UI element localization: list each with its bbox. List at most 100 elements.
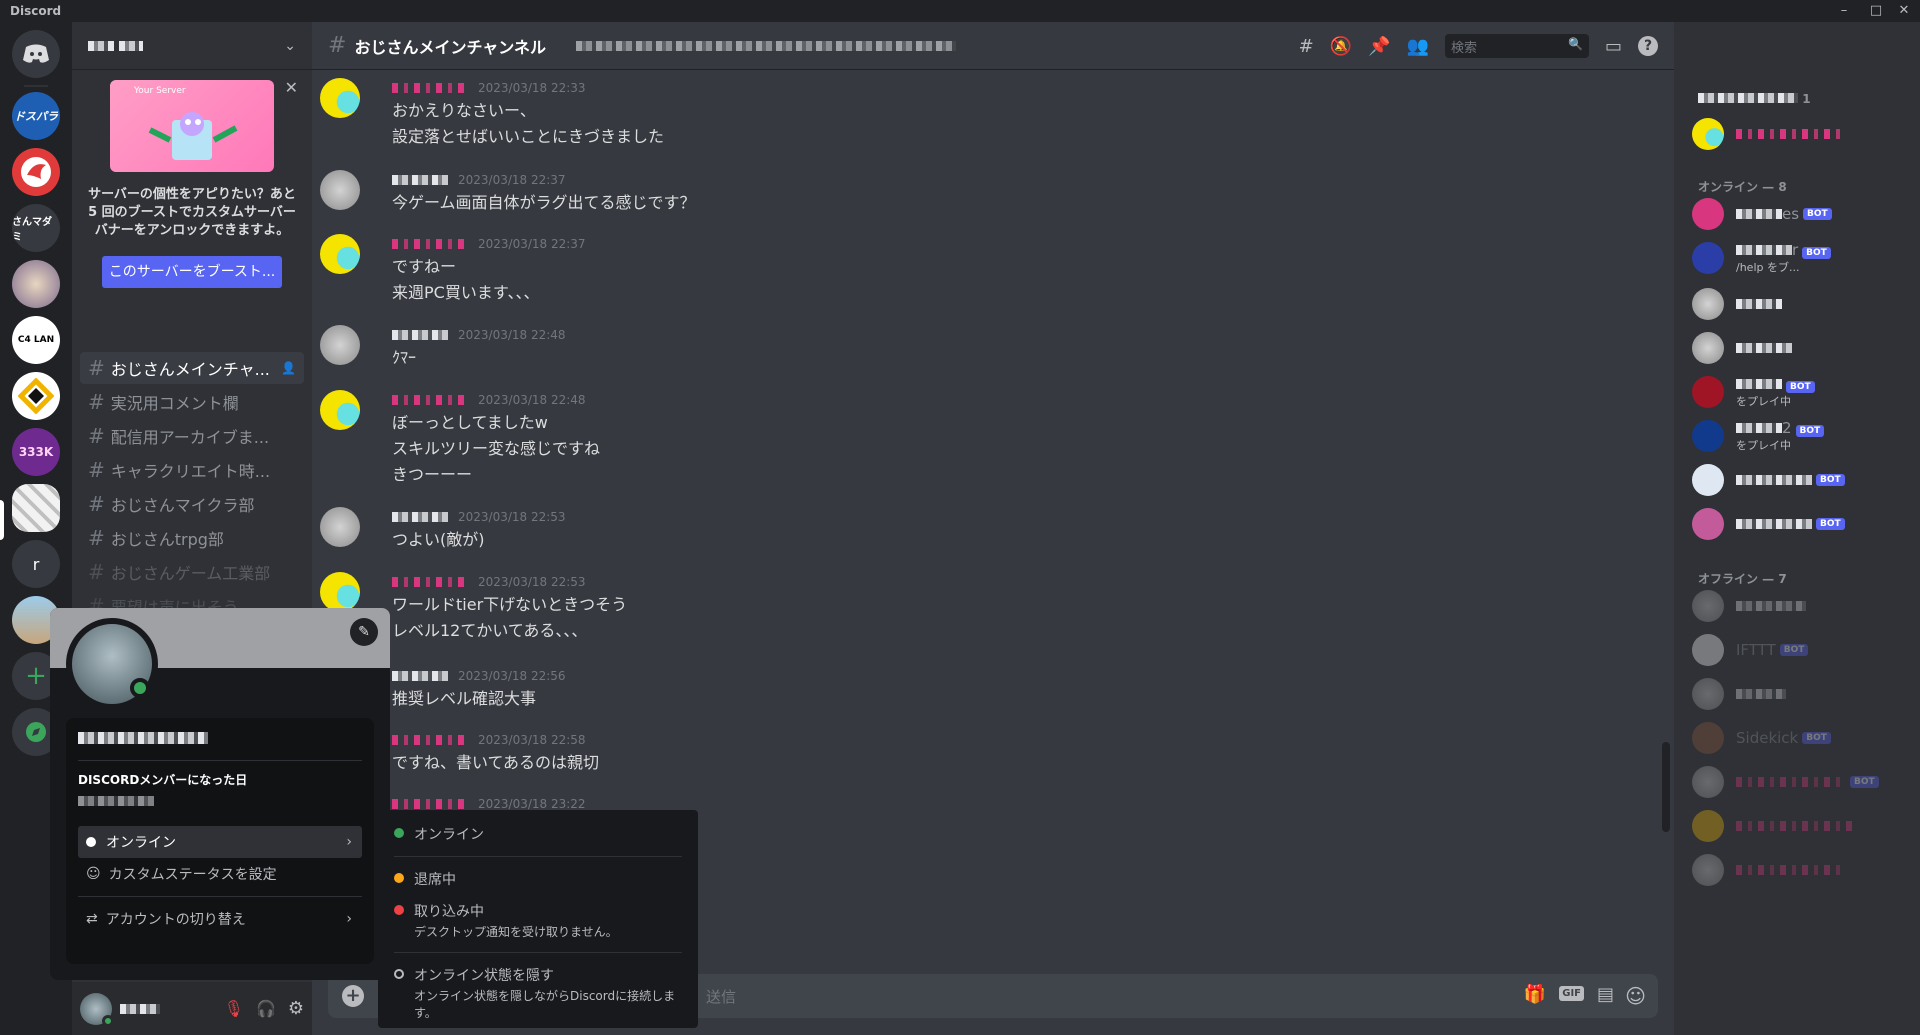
- member-item[interactable]: BOT: [1692, 504, 1912, 544]
- server-333k[interactable]: 333K: [12, 428, 60, 476]
- user-profile-popout: ✎ DISCORDメンバーになった日 オンライン › ☺ カスタムステータスを設…: [50, 608, 390, 980]
- message-line: おかえりなさいー、: [392, 101, 536, 120]
- add-member-icon[interactable]: 👤: [281, 361, 296, 375]
- search-input[interactable]: 検索 🔍: [1444, 34, 1589, 58]
- member-item[interactable]: BOT: [1692, 762, 1912, 802]
- channel-trpg[interactable]: # おじさんtrpg部: [80, 522, 304, 554]
- boost-illustration: Your Server: [110, 80, 274, 172]
- server-anime[interactable]: [12, 260, 60, 308]
- channel-label: おじさんtrpg部: [110, 530, 224, 549]
- status-selector[interactable]: オンライン ›: [78, 826, 362, 858]
- pin-icon[interactable]: 📌: [1368, 36, 1390, 57]
- gif-button[interactable]: GIF: [1559, 986, 1584, 1001]
- channel-label: 配信用アーカイブま...: [110, 428, 270, 447]
- author-name[interactable]: [392, 512, 448, 522]
- switch-account-button[interactable]: ⇄ アカウントの切り替え ›: [78, 903, 362, 935]
- profile-card-body: DISCORDメンバーになった日 オンライン › ☺ カスタムステータスを設定 …: [66, 718, 374, 964]
- avatar[interactable]: [320, 390, 360, 430]
- boost-server-button[interactable]: このサーバーをブースト...: [102, 256, 282, 288]
- status-option-online[interactable]: オンライン: [386, 818, 690, 850]
- member-item[interactable]: 2 BOT をプレイ中: [1692, 416, 1912, 456]
- server-red-bird[interactable]: [12, 148, 60, 196]
- author-name[interactable]: [392, 330, 448, 340]
- emoji-icon[interactable]: ☺: [1625, 984, 1646, 1008]
- avatar[interactable]: [320, 325, 360, 365]
- channel-game-industry[interactable]: # おじさんゲーム工業部: [80, 556, 304, 588]
- headphones-icon[interactable]: 🎧: [256, 999, 276, 1018]
- user-panel: 🎙 🎧 ⚙: [72, 982, 312, 1035]
- mute-icon[interactable]: 🔕: [1330, 36, 1352, 57]
- close-window-button[interactable]: ✕: [1892, 2, 1916, 20]
- message-line: 推奨レベル確認大事: [392, 689, 537, 708]
- boost-promo-text: サーバーの個性をアピりたい？あと5 回のブーストでカスタムサーバーバナーをアンロ…: [88, 187, 296, 238]
- channel-minecraft[interactable]: # おじさんマイクラ部: [80, 488, 304, 520]
- attach-plus-icon[interactable]: +: [342, 985, 364, 1007]
- author-name[interactable]: [392, 671, 448, 681]
- author-name[interactable]: [392, 175, 448, 185]
- member-item[interactable]: [1692, 284, 1912, 324]
- chat-scrollbar[interactable]: [1662, 742, 1670, 832]
- channel-comments[interactable]: # 実況用コメント欄: [80, 386, 304, 418]
- member-item[interactable]: r BOT/help をブ...: [1692, 238, 1912, 278]
- message: 2023/03/18 22:53 ワールドtier下げないときつそう レベル12て…: [320, 572, 1620, 640]
- avatar[interactable]: [320, 234, 360, 274]
- server-yellow-diamond[interactable]: [12, 372, 60, 420]
- author-name[interactable]: [392, 239, 468, 249]
- sticker-icon[interactable]: ▤: [1597, 984, 1614, 1005]
- composer-placeholder: 送信: [706, 988, 737, 1006]
- server-r[interactable]: r: [12, 540, 60, 588]
- member-item[interactable]: [1692, 114, 1912, 154]
- author-name[interactable]: [392, 735, 468, 745]
- member-since-date: [78, 796, 154, 806]
- minimize-button[interactable]: –: [1832, 2, 1856, 20]
- status-option-dnd[interactable]: 取り込み中 デスクトップ通知を受け取りません。: [386, 895, 690, 946]
- channel-character-create[interactable]: # キャラクリエイト時...: [80, 454, 304, 486]
- channel-archive[interactable]: # 配信用アーカイブま...: [80, 420, 304, 452]
- status-option-invisible[interactable]: オンライン状態を隠す オンライン状態を隠しながらDiscordに接続します。: [386, 959, 690, 1027]
- members-icon[interactable]: 👥: [1407, 36, 1429, 57]
- author-name[interactable]: [392, 83, 468, 93]
- author-name[interactable]: [392, 799, 468, 809]
- maximize-button[interactable]: □: [1864, 2, 1888, 20]
- custom-status-button[interactable]: ☺ カスタムステータスを設定: [78, 858, 362, 890]
- bot-badge: BOT: [1786, 381, 1815, 393]
- close-icon[interactable]: ✕: [285, 78, 298, 97]
- avatar[interactable]: [80, 992, 114, 1027]
- server-current[interactable]: [12, 484, 60, 532]
- threads-icon[interactable]: #: [1299, 36, 1314, 57]
- home-button[interactable]: [12, 30, 60, 78]
- avatar[interactable]: [320, 78, 360, 118]
- member-item[interactable]: [1692, 674, 1912, 714]
- server-dospara[interactable]: ドスパラ: [12, 92, 60, 140]
- server-sanmadami[interactable]: さんマダミ: [12, 204, 60, 252]
- inbox-icon[interactable]: ▭: [1605, 36, 1622, 57]
- avatar: [1692, 634, 1724, 666]
- avatar: [1692, 420, 1724, 452]
- chevron-down-icon[interactable]: ⌄: [284, 38, 296, 54]
- author-name[interactable]: [392, 395, 468, 405]
- member-item[interactable]: IFTTT BOT: [1692, 630, 1912, 670]
- settings-icon[interactable]: ⚙: [288, 998, 304, 1019]
- server-c4-lan[interactable]: C4 LAN: [12, 316, 60, 364]
- status-idle-label: 退席中: [414, 872, 456, 888]
- avatar[interactable]: [320, 507, 360, 547]
- member-item[interactable]: [1692, 806, 1912, 846]
- help-icon[interactable]: ?: [1638, 36, 1658, 56]
- avatar[interactable]: [320, 572, 360, 612]
- status-option-idle[interactable]: 退席中: [386, 863, 690, 895]
- gift-icon[interactable]: 🎁: [1524, 984, 1546, 1005]
- member-item[interactable]: Sidekick BOT: [1692, 718, 1912, 758]
- author-name[interactable]: [392, 577, 468, 587]
- member-item[interactable]: [1692, 586, 1912, 626]
- member-item[interactable]: [1692, 850, 1912, 890]
- member-item[interactable]: [1692, 328, 1912, 368]
- member-item[interactable]: BOT: [1692, 460, 1912, 500]
- channel-ojisan-main[interactable]: # おじさんメインチャ... 👤: [80, 352, 304, 384]
- bot-badge: BOT: [1795, 425, 1825, 437]
- edit-profile-button[interactable]: ✎: [350, 618, 378, 646]
- mic-muted-icon[interactable]: 🎙: [224, 999, 244, 1018]
- avatar[interactable]: [320, 170, 360, 210]
- member-item[interactable]: BOT をプレイ中: [1692, 372, 1912, 412]
- server-header[interactable]: ⌄: [72, 22, 312, 70]
- member-item[interactable]: es BOT: [1692, 194, 1912, 234]
